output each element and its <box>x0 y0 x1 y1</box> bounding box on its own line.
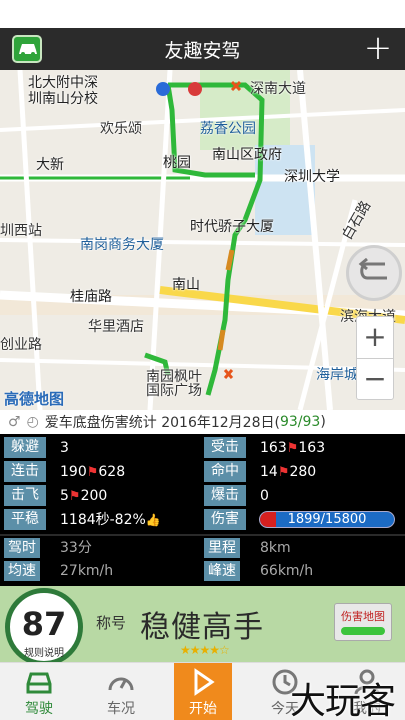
map-label: 桂庙路 <box>70 289 112 305</box>
trip-value: 27km/h <box>60 563 114 579</box>
flag-icon: ⚑ <box>86 465 99 480</box>
thumbs-up-icon: 👍 <box>145 513 161 527</box>
map-label: 大新 <box>36 157 64 173</box>
add-button[interactable]: + <box>361 31 395 66</box>
stat-label: 伤害 <box>204 509 246 530</box>
damage-bar: 1899/15800 <box>259 511 395 528</box>
stat-label: 爆击 <box>204 485 246 506</box>
trip-label: 里程 <box>204 538 240 558</box>
map-label: 时代骄子大厦 <box>190 219 274 235</box>
end-marker-icon[interactable] <box>188 82 202 96</box>
damage-map-button[interactable]: 伤害地图 <box>334 603 392 641</box>
trip-value: 8km <box>260 540 291 556</box>
stats-row: 击飞 5⚑200 爆击 0 <box>0 484 405 508</box>
watermark: 大玩客 <box>290 681 396 720</box>
stat-value: 190⚑628 <box>60 464 126 480</box>
stat-label: 受击 <box>204 437 246 458</box>
flag-icon: ⚑ <box>286 441 299 456</box>
damage-map-bar <box>341 627 385 635</box>
play-icon <box>194 668 215 696</box>
map-label: 荔香公园 <box>200 121 256 137</box>
stats-grid: 躲避 3 受击 163⚑163 连击 190⚑628 命中 14⚑280 击飞 … <box>0 434 405 534</box>
tab-label: 驾驶 <box>25 701 53 717</box>
stats-row: 平稳 1184秒-82%👍 伤害 1899/15800 <box>0 508 405 532</box>
car-icon <box>26 672 52 694</box>
stats-row: 躲避 3 受击 163⚑163 <box>0 436 405 460</box>
zoom-out-button[interactable]: − <box>357 359 393 401</box>
tab-drive[interactable]: 驾驶 <box>10 663 68 720</box>
stat-value: 1184秒-82%👍 <box>60 512 161 528</box>
map-label: 南山区政府 <box>212 147 282 163</box>
map-label: 欢乐颂 <box>100 121 142 137</box>
stats-title: ♂ ◴ 爱车底盘伤害统计 2016年12月28日(93/93) <box>0 410 405 434</box>
score-badge[interactable]: 87 规则说明 <box>5 588 83 666</box>
zoom-in-button[interactable]: + <box>357 317 393 359</box>
back-button[interactable] <box>346 245 402 301</box>
tab-label: 车况 <box>107 701 135 717</box>
start-marker-icon[interactable] <box>156 82 170 96</box>
map-view[interactable]: 北大附中深 圳南山分校 欢乐颂 大新 桃园 荔香公园 南山区政府 深南大道 深圳… <box>0 70 405 410</box>
zoom-control: + − <box>356 316 394 400</box>
stat-value: 0 <box>260 488 269 504</box>
damage-value: 1899/15800 <box>287 512 367 527</box>
stat-label: 击飞 <box>4 485 46 506</box>
gauge-icon <box>108 677 134 691</box>
flag-icon: ⚑ <box>68 489 81 504</box>
tab-label: 开始 <box>189 701 217 717</box>
stat-value: 163⚑163 <box>260 440 326 456</box>
gender-icon: ♂ <box>8 414 21 430</box>
trip-value: 33分 <box>60 540 92 556</box>
stats-title-close: ) <box>320 414 326 430</box>
damage-map-label: 伤害地图 <box>341 610 385 623</box>
map-label: 华里酒店 <box>88 319 144 335</box>
stats-row: 连击 190⚑628 命中 14⚑280 <box>0 460 405 484</box>
header: 友趣安驾 + <box>0 0 405 70</box>
stat-value: 5⚑200 <box>60 488 108 504</box>
map-label: 圳西站 <box>0 223 42 239</box>
app-logo-icon[interactable] <box>12 35 42 63</box>
map-provider-logo: 高德地图 <box>4 390 65 408</box>
nick-label: 称号 <box>96 614 127 632</box>
stat-value: 14⚑280 <box>260 464 317 480</box>
pulse-icon: ◴ <box>26 414 39 430</box>
tab-vehicle[interactable]: 车况 <box>92 663 150 720</box>
page-title: 友趣安驾 <box>164 39 241 62</box>
trip-label: 峰速 <box>204 561 240 581</box>
map-label: 桃园 <box>163 155 191 171</box>
trip-label: 驾时 <box>4 538 40 558</box>
map-label: 南山 <box>172 277 200 293</box>
map-label: 海岸城 <box>316 367 358 383</box>
stat-label: 躲避 <box>4 437 46 458</box>
tab-start[interactable]: 开始 <box>174 663 232 720</box>
status-bar <box>0 0 405 28</box>
map-label: 圳南山分校 <box>28 91 98 107</box>
stat-value: 3 <box>60 440 69 456</box>
trip-grid: 驾时 33分 里程 8km 均速 27km/h 峰速 66km/h <box>0 536 405 586</box>
stat-label: 命中 <box>204 461 246 482</box>
map-label: 深圳大学 <box>284 169 340 185</box>
map-label: 国际广场 <box>146 383 202 399</box>
nick-title: 稳健高手 <box>140 610 264 645</box>
flag-icon: ⚑ <box>277 465 290 480</box>
title-bar: 友趣安驾 + <box>0 28 405 70</box>
trip-label: 均速 <box>4 561 40 581</box>
rating-stars: ★★★★☆ <box>180 643 230 657</box>
trip-value: 66km/h <box>260 563 314 579</box>
map-label: 创业路 <box>0 337 42 353</box>
map-label: 南岗商务大厦 <box>80 237 164 253</box>
u-turn-icon <box>358 258 387 280</box>
map-label: 深南大道 <box>250 81 306 97</box>
trip-count: 93/93 <box>279 414 321 430</box>
profile-panel: 87 规则说明 称号 稳健高手 ★★★★☆ 伤害地图 <box>0 586 405 666</box>
score-value: 87 <box>21 605 67 643</box>
app-screen: 友趣安驾 + 北大附中深 圳南山分校 欢乐颂 大新 桃园 荔香公园 南山区政府 … <box>0 0 405 720</box>
stat-label: 连击 <box>4 461 46 482</box>
rules-link[interactable]: 规则说明 <box>10 644 78 659</box>
stat-label: 平稳 <box>4 509 46 530</box>
stats-title-text: 爱车底盘伤害统计 2016年12月28日( <box>44 415 280 431</box>
